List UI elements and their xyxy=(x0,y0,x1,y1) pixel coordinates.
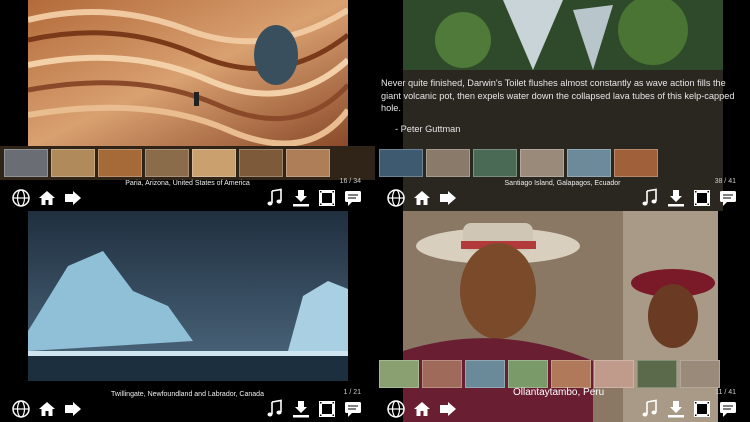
chat-icon[interactable] xyxy=(717,398,739,420)
panel-twillingate: Twillingate, Newfoundland and Labrador, … xyxy=(0,211,375,422)
thumbnail[interactable] xyxy=(4,149,48,177)
panel-paria: Paria, Arizona, United States of America… xyxy=(0,0,375,211)
quote-text: Never quite finished, Darwin's Toilet fl… xyxy=(381,78,735,113)
download-icon[interactable] xyxy=(290,398,312,420)
download-icon[interactable] xyxy=(665,187,687,209)
thumbnail[interactable] xyxy=(567,149,611,177)
home-icon[interactable] xyxy=(36,187,58,209)
iceberg-photo xyxy=(28,211,348,381)
music-note-icon[interactable] xyxy=(264,398,286,420)
quote-attribution: - Peter Guttman xyxy=(395,123,461,134)
sandstone-wave-photo xyxy=(28,0,348,146)
music-note-icon[interactable] xyxy=(264,187,286,209)
thumbnail[interactable] xyxy=(379,360,419,388)
thumbnail[interactable] xyxy=(637,360,677,388)
globe-icon[interactable] xyxy=(385,398,407,420)
thumbnail[interactable] xyxy=(422,360,462,388)
toolbar xyxy=(0,185,375,211)
thumbnail[interactable] xyxy=(465,360,505,388)
film-icon[interactable] xyxy=(691,398,713,420)
thumbnail-strip[interactable] xyxy=(375,146,750,180)
photo-quote: Never quite finished, Darwin's Toilet fl… xyxy=(381,77,741,135)
thumbnail[interactable] xyxy=(508,360,548,388)
thumbnail[interactable] xyxy=(192,149,236,177)
forward-arrow-icon[interactable] xyxy=(437,398,459,420)
download-icon[interactable] xyxy=(665,398,687,420)
forward-arrow-icon[interactable] xyxy=(62,187,84,209)
forward-arrow-icon[interactable] xyxy=(437,187,459,209)
photo-counter: 16 / 34 xyxy=(339,178,361,185)
chat-icon[interactable] xyxy=(342,187,364,209)
photo-counter: 11 / 41 xyxy=(715,389,736,396)
chat-icon[interactable] xyxy=(717,187,739,209)
toolbar xyxy=(375,185,750,211)
thumbnail[interactable] xyxy=(680,360,720,388)
thumbnail[interactable] xyxy=(614,149,658,177)
panel-galapagos: Never quite finished, Darwin's Toilet fl… xyxy=(375,0,750,211)
thumbnail[interactable] xyxy=(145,149,189,177)
thumbnail[interactable] xyxy=(98,149,142,177)
thumbnail[interactable] xyxy=(473,149,517,177)
thumbnail[interactable] xyxy=(286,149,330,177)
globe-icon[interactable] xyxy=(10,398,32,420)
thumbnail[interactable] xyxy=(520,149,564,177)
thumbnail[interactable] xyxy=(426,149,470,177)
music-note-icon[interactable] xyxy=(639,398,661,420)
music-note-icon[interactable] xyxy=(639,187,661,209)
toolbar xyxy=(0,396,375,422)
thumbnail[interactable] xyxy=(594,360,634,388)
film-icon[interactable] xyxy=(316,187,338,209)
toolbar xyxy=(375,396,750,422)
forward-arrow-icon[interactable] xyxy=(62,398,84,420)
film-icon[interactable] xyxy=(691,187,713,209)
thumbnail-strip[interactable] xyxy=(375,357,750,391)
thumbnail[interactable] xyxy=(239,149,283,177)
home-icon[interactable] xyxy=(411,398,433,420)
globe-icon[interactable] xyxy=(385,187,407,209)
download-icon[interactable] xyxy=(290,187,312,209)
photo-counter: 1 / 21 xyxy=(343,389,361,396)
home-icon[interactable] xyxy=(36,398,58,420)
thumbnail[interactable] xyxy=(379,149,423,177)
thumbnail-strip[interactable] xyxy=(0,146,375,180)
thumbnail[interactable] xyxy=(51,149,95,177)
home-icon[interactable] xyxy=(411,187,433,209)
globe-icon[interactable] xyxy=(10,187,32,209)
chat-icon[interactable] xyxy=(342,398,364,420)
panel-ollantaytambo: Ollantaytambo, Peru 11 / 41 xyxy=(375,211,750,422)
thumbnail[interactable] xyxy=(551,360,591,388)
photo-counter: 38 / 41 xyxy=(714,178,736,185)
film-icon[interactable] xyxy=(316,398,338,420)
